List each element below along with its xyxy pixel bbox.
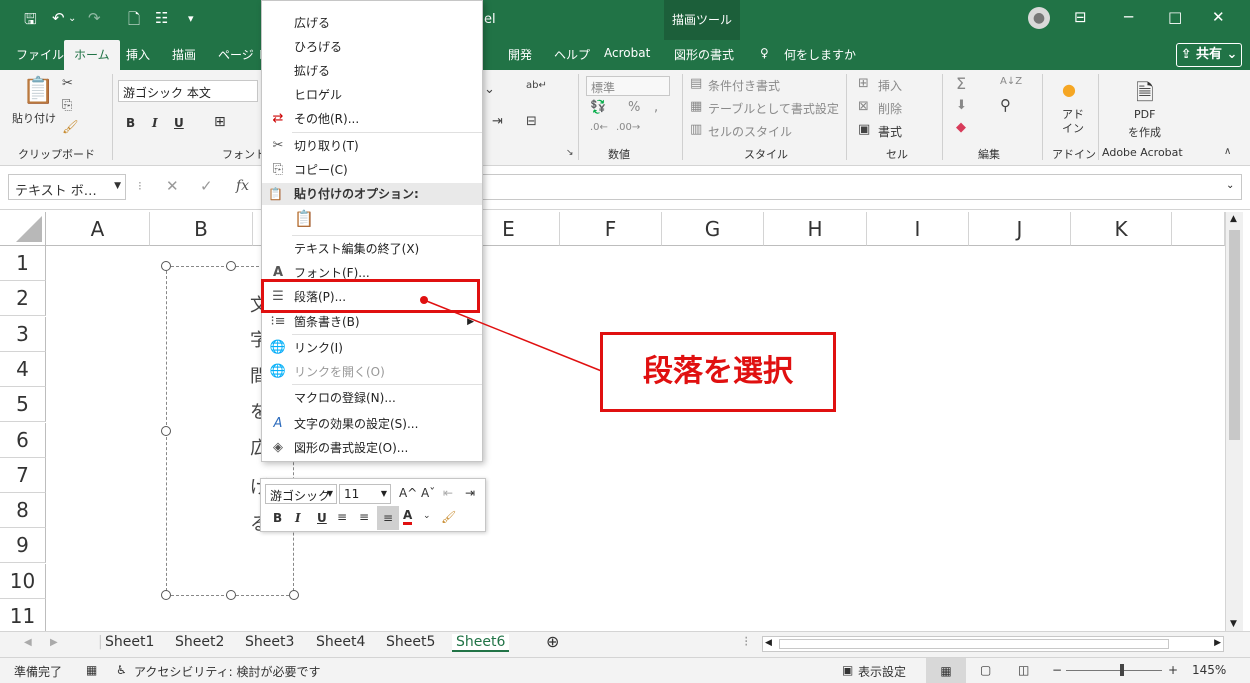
callout-label: 段落を選択 [600, 332, 836, 412]
excel-window: 🖫 ↶ ⌄ ↷ 🗋 ☷ ▾ el 描画ツール ● ⊟ ─ □ ✕ ファイル ホー… [0, 0, 1250, 683]
callout-dot [420, 296, 428, 304]
